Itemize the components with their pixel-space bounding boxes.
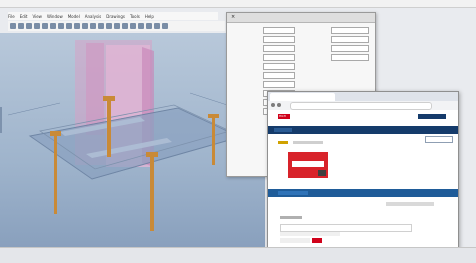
section-label <box>280 216 302 219</box>
anchor-plate <box>146 152 158 157</box>
field-row <box>305 26 371 34</box>
toolbar-icon[interactable] <box>50 23 56 29</box>
anchor-plate <box>208 114 219 118</box>
menu-window[interactable]: Window <box>47 14 63 19</box>
field-input[interactable] <box>331 26 369 34</box>
menu-bar: File Edit View Window Model Analysis Dra… <box>8 12 218 20</box>
toolbar-icon[interactable] <box>106 23 112 29</box>
toolbar-icon[interactable] <box>26 23 32 29</box>
field-row <box>231 44 303 52</box>
product-detail <box>318 170 326 176</box>
toolbar-icon[interactable] <box>114 23 120 29</box>
header-button[interactable] <box>418 114 446 119</box>
menu-edit[interactable]: Edit <box>20 14 28 19</box>
field-row <box>231 35 303 43</box>
product-info-bar <box>268 189 458 197</box>
back-icon[interactable] <box>271 103 275 107</box>
toolbar-icon[interactable] <box>58 23 64 29</box>
toolbar-icon[interactable] <box>66 23 72 29</box>
browser-window[interactable]: HILTI <box>267 91 459 249</box>
field-input[interactable] <box>263 26 295 34</box>
field-input[interactable] <box>263 62 295 70</box>
field-input[interactable] <box>263 53 295 61</box>
field-row <box>231 26 303 34</box>
field-input[interactable] <box>331 35 369 43</box>
site-nav-bar <box>268 126 458 134</box>
close-icon[interactable]: × <box>231 14 372 20</box>
toolbar-icon[interactable] <box>122 23 128 29</box>
forward-icon[interactable] <box>277 103 281 107</box>
toolbar-icon[interactable] <box>98 23 104 29</box>
menu-analysis[interactable]: Analysis <box>85 14 101 19</box>
cancel-button[interactable] <box>280 238 310 243</box>
field-row <box>305 44 371 52</box>
toolbar-icon[interactable] <box>130 23 136 29</box>
field-input[interactable] <box>263 80 295 88</box>
menu-model[interactable]: Model <box>68 14 80 19</box>
toolbar-icon[interactable] <box>82 23 88 29</box>
site-header: HILTI <box>268 110 458 127</box>
field-input[interactable] <box>263 35 295 43</box>
field-row <box>231 80 303 88</box>
field-input[interactable] <box>263 44 295 52</box>
input-field[interactable] <box>280 224 412 232</box>
hilti-logo[interactable]: HILTI <box>278 114 290 119</box>
grid-line <box>7 102 61 116</box>
field-input[interactable] <box>331 53 369 61</box>
toolbar-icon[interactable] <box>162 23 168 29</box>
field-input[interactable] <box>263 71 295 79</box>
toolbar-icon[interactable] <box>74 23 80 29</box>
menu-view[interactable]: View <box>32 14 42 19</box>
window-title-bar <box>0 0 476 8</box>
anchor-plate <box>50 131 61 136</box>
progress-track <box>386 202 434 206</box>
menu-help[interactable]: Help <box>145 14 154 19</box>
toolbar-icon[interactable] <box>18 23 24 29</box>
rating-stars <box>278 141 288 144</box>
info-tab[interactable] <box>278 191 308 195</box>
toolbar-icon[interactable] <box>138 23 144 29</box>
toolbar-icon[interactable] <box>146 23 152 29</box>
field-row <box>231 53 303 61</box>
menu-tools[interactable]: Tools <box>130 14 140 19</box>
anchor-rod <box>54 132 57 214</box>
toolbar-icon[interactable] <box>34 23 40 29</box>
address-bar[interactable] <box>290 102 432 110</box>
dialog-right-column <box>305 26 371 98</box>
toolbar-icon[interactable] <box>10 23 16 29</box>
viewport-edge <box>0 107 2 133</box>
anchor-plate <box>103 96 115 101</box>
toolbar <box>8 21 225 31</box>
toolbar-icon[interactable] <box>42 23 48 29</box>
anchor-rod <box>150 153 154 231</box>
nav-item[interactable] <box>274 128 292 132</box>
field-input[interactable] <box>331 44 369 52</box>
input-label <box>280 232 340 236</box>
browser-tab-strip <box>268 92 458 101</box>
product-image[interactable] <box>288 152 328 178</box>
field-row <box>305 53 371 61</box>
product-title <box>293 141 323 144</box>
status-bar <box>0 247 476 263</box>
anchor-rod <box>107 97 111 157</box>
field-row <box>231 71 303 79</box>
secondary-button[interactable] <box>425 136 453 143</box>
dialog-title-bar: × <box>227 13 375 23</box>
menu-file[interactable]: File <box>8 14 15 19</box>
field-row <box>305 35 371 43</box>
product-label <box>292 161 324 167</box>
red-button[interactable] <box>312 238 322 243</box>
field-row <box>231 62 303 70</box>
anchor-rod <box>212 115 215 165</box>
toolbar-icon[interactable] <box>154 23 160 29</box>
toolbar-icon[interactable] <box>90 23 96 29</box>
browser-tab[interactable] <box>270 93 335 101</box>
menu-drawings[interactable]: Drawings <box>106 14 125 19</box>
